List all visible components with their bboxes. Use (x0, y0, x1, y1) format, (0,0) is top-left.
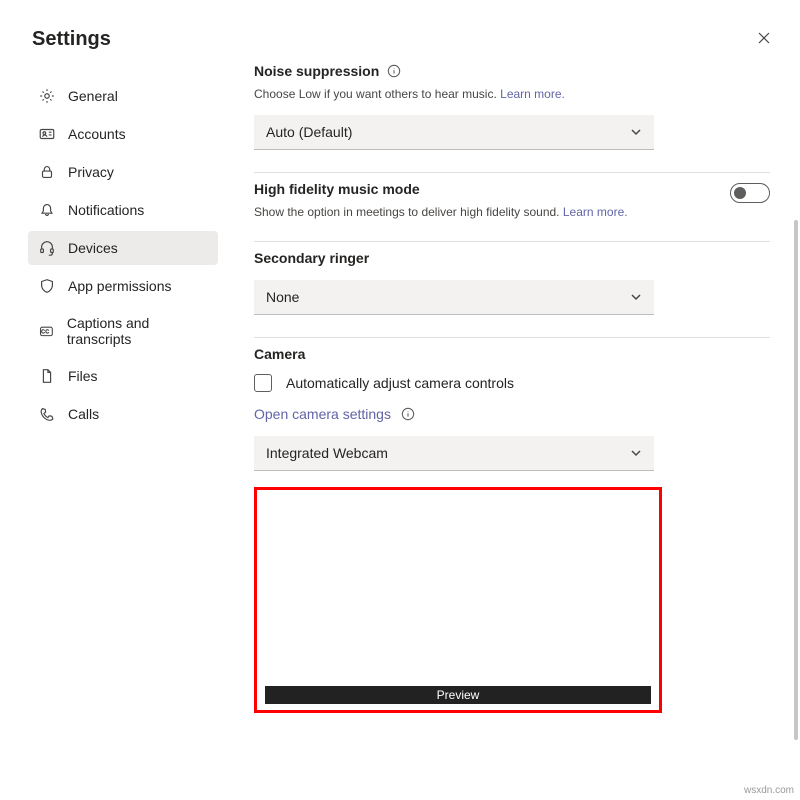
camera-section: Camera Automatically adjust camera contr… (254, 338, 770, 735)
info-icon[interactable] (387, 64, 401, 78)
camera-value: Integrated Webcam (266, 445, 388, 461)
sidebar-item-label: App permissions (68, 278, 172, 294)
phone-icon (38, 405, 56, 423)
gear-icon (38, 87, 56, 105)
chevron-down-icon (630, 447, 642, 459)
noise-learn-more-link[interactable]: Learn more. (500, 87, 565, 101)
open-camera-settings-link[interactable]: Open camera settings (254, 406, 391, 422)
hifi-desc: Show the option in meetings to deliver h… (254, 205, 560, 219)
sidebar-item-label: Accounts (68, 126, 126, 142)
hifi-section: High fidelity music mode Show the option… (254, 173, 770, 241)
captions-icon (38, 322, 55, 340)
sidebar-item-label: Devices (68, 240, 118, 256)
auto-adjust-label: Automatically adjust camera controls (286, 375, 514, 391)
noise-heading: Noise suppression (254, 63, 379, 79)
page-title: Settings (28, 28, 218, 51)
sidebar-item-label: Calls (68, 406, 99, 422)
sidebar-item-notifications[interactable]: Notifications (28, 193, 218, 227)
noise-suppression-section: Noise suppression Choose Low if you want… (254, 55, 770, 172)
scrollbar-thumb[interactable] (794, 220, 798, 740)
sidebar-item-label: General (68, 88, 118, 104)
hifi-heading: High fidelity music mode (254, 181, 420, 197)
shield-icon (38, 277, 56, 295)
sidebar-item-calls[interactable]: Calls (28, 397, 218, 431)
sidebar-item-general[interactable]: General (28, 79, 218, 113)
sidebar-item-label: Captions and transcripts (67, 315, 208, 347)
ringer-heading: Secondary ringer (254, 250, 369, 266)
secondary-ringer-section: Secondary ringer None (254, 242, 770, 337)
sidebar-item-devices[interactable]: Devices (28, 231, 218, 265)
noise-value: Auto (Default) (266, 124, 352, 140)
headset-icon (38, 239, 56, 257)
sidebar-item-captions[interactable]: Captions and transcripts (28, 307, 218, 355)
sidebar-item-label: Privacy (68, 164, 114, 180)
scrollbar[interactable] (794, 60, 798, 740)
sidebar-item-app-permissions[interactable]: App permissions (28, 269, 218, 303)
bell-icon (38, 201, 56, 219)
noise-suppression-select[interactable]: Auto (Default) (254, 115, 654, 150)
auto-adjust-checkbox[interactable] (254, 374, 272, 392)
secondary-ringer-select[interactable]: None (254, 280, 654, 315)
preview-label: Preview (265, 686, 651, 704)
camera-heading: Camera (254, 346, 305, 362)
ringer-value: None (266, 289, 299, 305)
lock-icon (38, 163, 56, 181)
id-card-icon (38, 125, 56, 143)
hifi-toggle[interactable] (730, 183, 770, 203)
sidebar-item-privacy[interactable]: Privacy (28, 155, 218, 189)
watermark: wsxdn.com (744, 785, 794, 796)
sidebar-item-accounts[interactable]: Accounts (28, 117, 218, 151)
close-icon[interactable] (756, 30, 772, 46)
settings-sidebar: Settings General Accounts Privacy Notifi… (0, 0, 230, 800)
chevron-down-icon (630, 126, 642, 138)
hifi-learn-more-link[interactable]: Learn more. (563, 205, 628, 219)
camera-preview: Preview (254, 487, 662, 713)
info-icon[interactable] (401, 407, 415, 421)
sidebar-item-label: Notifications (68, 202, 144, 218)
camera-select[interactable]: Integrated Webcam (254, 436, 654, 471)
settings-main: Noise suppression Choose Low if you want… (230, 0, 800, 800)
chevron-down-icon (630, 291, 642, 303)
sidebar-item-files[interactable]: Files (28, 359, 218, 393)
file-icon (38, 367, 56, 385)
noise-desc: Choose Low if you want others to hear mu… (254, 87, 497, 101)
sidebar-item-label: Files (68, 368, 98, 384)
